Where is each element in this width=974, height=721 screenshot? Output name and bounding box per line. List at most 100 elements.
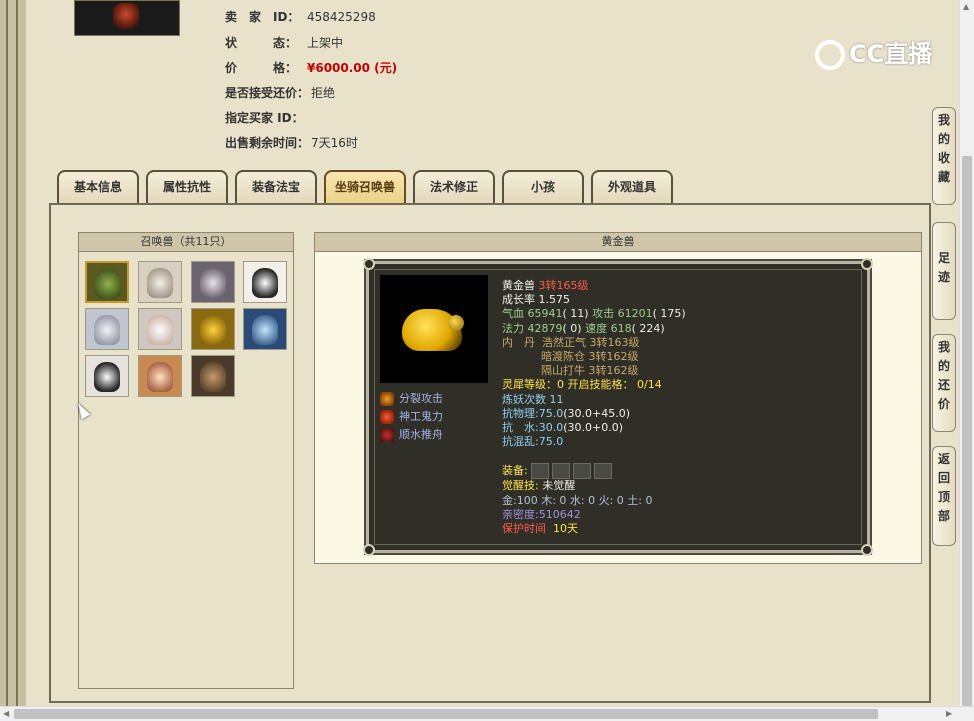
pet-thumb[interactable] [243, 308, 287, 350]
equip-slot[interactable] [530, 463, 549, 480]
skill-item[interactable]: 分裂攻击 [380, 390, 443, 408]
price-row: 价 格： ¥6000.00 (元) [225, 59, 397, 77]
my-favorites-button[interactable]: 我的收藏 [932, 107, 956, 205]
equip-slot[interactable] [551, 463, 570, 480]
pet-list-panel: 召唤兽（共11只） [78, 232, 294, 689]
pet-thumb[interactable] [191, 308, 235, 350]
neidan-level: 3转163级 [589, 335, 640, 349]
skill-label: 分裂攻击 [399, 392, 443, 405]
neidan-name: 暗渡陈仓 [541, 350, 585, 364]
horizontal-scroll-thumb[interactable] [14, 709, 878, 719]
skill-item[interactable]: 顺水推舟 [380, 426, 443, 444]
chaos-res-value: 75.0 [538, 435, 564, 449]
scroll-left-icon[interactable]: ◀ [3, 709, 9, 718]
tab-children[interactable]: 小孩 [502, 170, 584, 203]
watermark: CC直播 [815, 34, 932, 70]
atk-label: 攻击 [592, 307, 615, 321]
hp-extra: ( 11) [562, 307, 589, 321]
equip-label: 装备: [502, 464, 528, 478]
skill-icon [380, 410, 394, 424]
phys-res-extra: (30.0+45.0) [563, 406, 631, 420]
tab-attributes[interactable]: 属性抗性 [146, 170, 228, 203]
card-corner [861, 258, 873, 270]
golden-beast-head [448, 315, 464, 331]
neidan-level: 3转162级 [588, 350, 639, 364]
water-res-label: 抗 水: [502, 421, 539, 435]
pet-thumb[interactable] [191, 261, 235, 303]
skill-icon [380, 392, 394, 406]
remaining-time-row: 出售剩余时间： 7天16时 [225, 134, 358, 152]
pet-icon [95, 269, 121, 299]
mp-value: 42879 [527, 321, 563, 335]
pet-icon [200, 315, 226, 345]
elements: 金:100 木: 0 水: 0 火: 0 土: 0 [502, 493, 653, 507]
tab-basic-info[interactable]: 基本信息 [57, 170, 139, 203]
pet-thumb[interactable] [191, 355, 235, 397]
spd-label: 速度 [585, 321, 608, 335]
growth-label: 成长率 [502, 293, 535, 307]
pet-thumb[interactable] [138, 261, 182, 303]
price-label: 价 格： [225, 61, 298, 75]
designated-buyer-label: 指定买家 ID： [225, 111, 304, 125]
lingxi-value: 0 开启技能格： [557, 378, 634, 392]
horizontal-scrollbar[interactable]: ◀ ▶ [0, 706, 974, 721]
pet-thumb[interactable] [85, 355, 129, 397]
designated-buyer-row: 指定买家 ID： [225, 109, 311, 127]
water-res-extra: (30.0+0.0) [563, 421, 624, 435]
counter-offer-label: 是否接受还价： [225, 86, 310, 100]
my-counter-offer-label: 我的还价 [937, 340, 950, 411]
pet-icon [94, 315, 120, 345]
back-to-top-button[interactable]: 返回顶部 [932, 446, 956, 546]
vertical-scroll-thumb[interactable] [962, 156, 972, 706]
equip-slot[interactable] [572, 463, 591, 480]
pet-portrait [380, 275, 488, 383]
spd-extra: ( 224) [631, 321, 665, 335]
my-counter-offer-button[interactable]: 我的还价 [932, 334, 956, 432]
pet-icon [200, 268, 226, 298]
pet-thumb[interactable] [85, 261, 129, 303]
skill-icon [380, 428, 394, 442]
skill-item[interactable]: 神工鬼力 [380, 408, 443, 426]
intimacy: 亲密度:510642 [502, 507, 581, 521]
water-res-value: 30.0 [538, 421, 564, 435]
watermark-logo-icon [815, 40, 845, 70]
growth-value: 1.575 [538, 293, 571, 307]
spd-value: 618 [610, 321, 632, 335]
atk-extra: ( 175) [652, 307, 686, 321]
seller-id-row: 卖 家 ID： 458425298 [225, 8, 376, 26]
skill-label: 神工鬼力 [399, 410, 443, 423]
tab-appearance[interactable]: 外观道具 [591, 170, 673, 203]
pet-icon [147, 362, 173, 392]
pet-icon [252, 268, 278, 298]
watermark-text: CC直播 [849, 40, 933, 68]
lianyao-label: 炼妖次数 [502, 392, 546, 406]
scroll-right-icon[interactable]: ▶ [946, 709, 952, 718]
equip-slot[interactable] [593, 463, 612, 480]
pet-thumb[interactable] [243, 261, 287, 303]
pet-thumb[interactable] [85, 308, 129, 350]
neidan-name: 浩然正气 [542, 335, 586, 349]
awaken-value: 未觉醒 [542, 479, 576, 493]
seller-id-value: 458425298 [307, 10, 376, 24]
atk-value: 61201 [617, 307, 653, 321]
status-value: 上架中 [307, 36, 344, 50]
mp-extra: ( 0) [562, 321, 582, 335]
neidan-label: 内 丹 [502, 335, 535, 349]
pet-icon [147, 268, 173, 298]
pet-level: 3转165级 [538, 279, 589, 292]
vertical-scrollbar[interactable]: ▲ [959, 0, 974, 706]
pet-thumb[interactable] [138, 355, 182, 397]
footprint-button[interactable]: 足迹 [932, 222, 956, 320]
pet-stats: 黄金兽 3转165级 成长率 1.575 气血 65941( 11) 攻击 61… [502, 279, 686, 536]
price-value: ¥6000.00 (元) [307, 61, 398, 75]
pet-thumb[interactable] [138, 308, 182, 350]
counter-offer-row: 是否接受还价： 拒绝 [225, 84, 335, 102]
border-line [6, 0, 8, 720]
tab-spell-mods[interactable]: 法术修正 [413, 170, 495, 203]
character-figure [113, 3, 139, 31]
scroll-up-icon[interactable]: ▲ [963, 2, 969, 11]
lingxi-slots: 0/14 [637, 378, 662, 392]
tab-mounts-pets[interactable]: 坐骑召唤兽 [324, 170, 406, 203]
neidan-level: 3转162级 [588, 364, 639, 378]
tab-equipment[interactable]: 装备法宝 [235, 170, 317, 203]
